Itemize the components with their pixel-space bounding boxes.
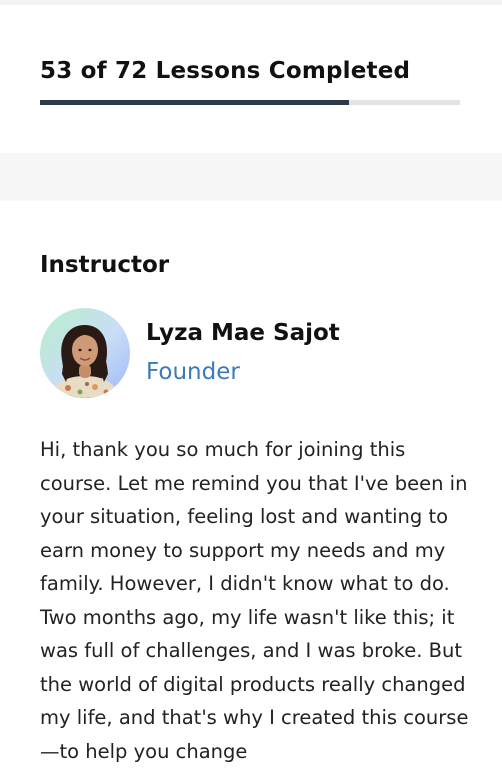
avatar bbox=[40, 308, 130, 398]
progress-bar bbox=[40, 100, 460, 105]
lessons-progress-label: 53 of 72 Lessons Completed bbox=[40, 58, 411, 84]
progress-bar-fill bbox=[40, 100, 350, 105]
section-divider bbox=[0, 153, 502, 201]
progress-card: 53 of 72 Lessons Completed bbox=[0, 5, 502, 153]
instructor-name: Lyza Mae Sajot bbox=[146, 320, 340, 346]
instructor-role-link[interactable]: Founder bbox=[146, 357, 240, 387]
instructor-heading: Instructor bbox=[40, 252, 170, 278]
instructor-photo bbox=[50, 324, 120, 398]
instructor-bio: Hi, thank you so much for joining this c… bbox=[40, 438, 469, 763]
instructor-card: Instructor Lyza Mae Sajot Founder Hi, th… bbox=[0, 201, 502, 780]
